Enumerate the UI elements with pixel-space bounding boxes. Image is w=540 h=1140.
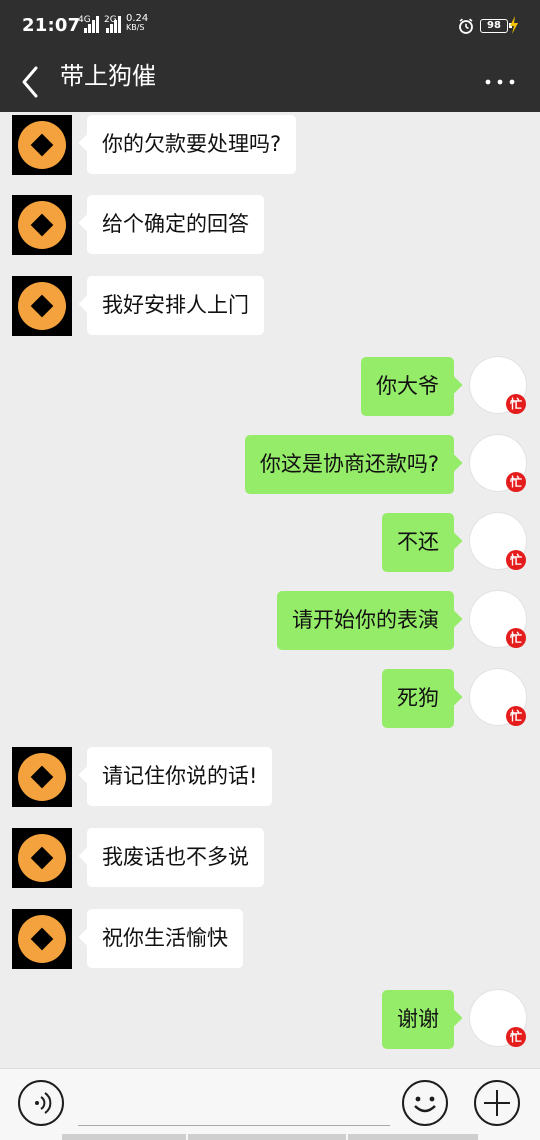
incoming-message-bubble[interactable]: 给个确定的回答 (87, 195, 264, 254)
status-badge: 忙 (506, 394, 526, 414)
alarm-icon (459, 18, 473, 34)
chat-messages[interactable]: 你的欠款要处理吗? 给个确定的回答 我好安排人上门 你大爷 忙 你这是协商还款吗… (0, 112, 540, 1068)
incoming-message-bubble[interactable]: 祝你生活愉快 (87, 909, 243, 968)
self-avatar[interactable]: 忙 (468, 591, 528, 651)
coin-icon (18, 753, 66, 801)
voice-input-button[interactable] (18, 1080, 64, 1126)
back-chevron-icon[interactable] (16, 62, 44, 102)
status-badge: 忙 (506, 628, 526, 648)
status-badge: 忙 (506, 706, 526, 726)
message-composer (0, 1068, 540, 1140)
chat-header: 带上狗催 (0, 52, 540, 112)
charging-icon (510, 16, 518, 34)
self-avatar[interactable]: 忙 (468, 990, 528, 1050)
voice-icon (35, 1092, 52, 1114)
status-badge: 忙 (506, 472, 526, 492)
coin-icon (18, 282, 66, 330)
outgoing-message-bubble[interactable]: 不还 (382, 513, 454, 572)
top-bar: 21:07 4G 2G 0.24 KB/S 98 带上狗催 (0, 0, 540, 112)
self-avatar[interactable]: 忙 (468, 357, 528, 417)
incoming-message-bubble[interactable]: 请记住你说的话! (87, 747, 273, 806)
incoming-message-bubble[interactable]: 我废话也不多说 (87, 828, 264, 887)
keyboard-hint-strip (62, 1134, 478, 1140)
coin-icon (18, 834, 66, 882)
battery-indicator: 98 (480, 19, 512, 33)
chat-title: 带上狗催 (60, 62, 156, 90)
status-time: 21:07 (22, 15, 81, 36)
emoji-icon (414, 1096, 436, 1113)
contact-avatar[interactable] (12, 909, 72, 969)
self-avatar[interactable]: 忙 (468, 669, 528, 729)
network-speed: 0.24 KB/S (126, 14, 148, 32)
outgoing-message-bubble[interactable]: 请开始你的表演 (277, 591, 454, 650)
status-badge: 忙 (506, 1027, 526, 1047)
contact-avatar[interactable] (12, 115, 72, 175)
self-avatar[interactable]: 忙 (468, 513, 528, 573)
status-bar: 21:07 4G 2G 0.24 KB/S 98 (0, 0, 540, 52)
coin-icon (18, 121, 66, 169)
outgoing-message-bubble[interactable]: 你这是协商还款吗? (244, 435, 454, 494)
signal-icon-2 (106, 15, 124, 33)
coin-icon (18, 201, 66, 249)
message-input[interactable] (78, 1125, 390, 1126)
contact-avatar[interactable] (12, 747, 72, 807)
signal-icon-1 (84, 15, 102, 33)
network-speed-unit: KB/S (126, 23, 145, 32)
outgoing-message-bubble[interactable]: 死狗 (382, 669, 454, 728)
outgoing-message-bubble[interactable]: 你大爷 (361, 357, 454, 416)
outgoing-message-bubble[interactable]: 谢谢 (382, 990, 454, 1049)
more-options-icon[interactable] (484, 72, 516, 92)
coin-icon (18, 915, 66, 963)
incoming-message-bubble[interactable]: 我好安排人上门 (87, 276, 264, 335)
add-attachment-button[interactable] (474, 1080, 520, 1126)
self-avatar[interactable]: 忙 (468, 435, 528, 495)
incoming-message-bubble[interactable]: 你的欠款要处理吗? (87, 115, 297, 174)
contact-avatar[interactable] (12, 276, 72, 336)
emoji-button[interactable] (402, 1080, 448, 1126)
status-badge: 忙 (506, 550, 526, 570)
contact-avatar[interactable] (12, 828, 72, 888)
contact-avatar[interactable] (12, 195, 72, 255)
